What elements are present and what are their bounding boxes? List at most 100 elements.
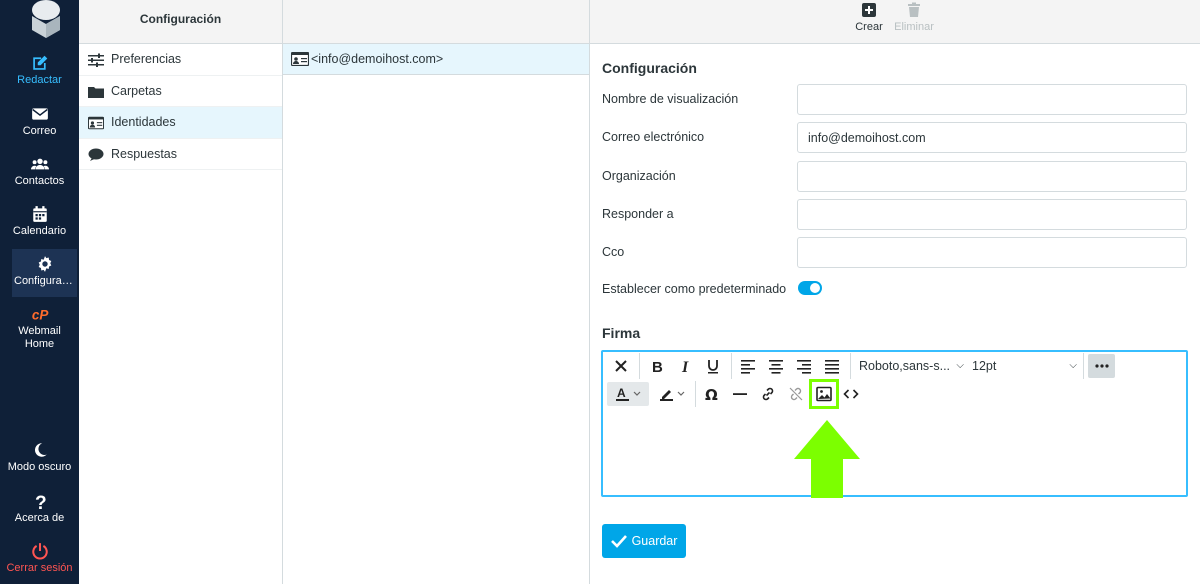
svg-text:I: I <box>681 359 689 374</box>
code-icon <box>843 389 859 399</box>
up-arrow-annotation-icon <box>794 420 860 498</box>
organization-input[interactable] <box>797 161 1187 192</box>
align-left-button[interactable] <box>736 354 760 378</box>
nav-logout[interactable]: Cerrar sesión <box>0 536 79 584</box>
bcc-input[interactable] <box>797 237 1187 268</box>
id-card-icon <box>88 116 104 130</box>
nav-settings[interactable]: Configuración <box>12 249 77 297</box>
nav-calendar-label: Calendario <box>12 225 67 237</box>
font-size-value: 12pt <box>972 359 997 373</box>
insert-link-button[interactable] <box>756 382 780 406</box>
nav-compose[interactable]: Redactar <box>0 48 79 96</box>
identity-row[interactable]: <info@demoihost.com> <box>283 44 589 75</box>
align-justify-icon <box>825 360 839 374</box>
toolbar-separator <box>695 381 696 407</box>
settings-item-label: Respuestas <box>111 146 178 161</box>
display-name-row: Nombre de visualización <box>602 84 1188 116</box>
signature-title: Firma <box>602 325 641 341</box>
reply-to-label: Responder a <box>602 207 674 221</box>
unlink-icon <box>789 387 803 401</box>
settings-item-label: Carpetas <box>111 83 162 98</box>
display-name-input[interactable] <box>797 84 1187 115</box>
nav-mail[interactable]: Correo <box>0 99 79 147</box>
align-justify-button[interactable] <box>820 354 844 378</box>
nav-contacts-label: Contactos <box>14 175 65 187</box>
clear-format-button[interactable] <box>609 354 633 378</box>
italic-icon: I <box>681 359 689 374</box>
toolbar-separator <box>1083 353 1084 379</box>
italic-button[interactable]: I <box>673 354 697 378</box>
bold-button[interactable]: B <box>645 354 669 378</box>
reply-to-input[interactable] <box>797 199 1187 230</box>
text-color-button[interactable]: A <box>607 382 649 406</box>
save-button-label: Guardar <box>631 534 678 548</box>
horizontal-rule-button[interactable] <box>728 382 752 406</box>
id-card-icon <box>291 52 309 66</box>
chevron-down-icon: ⌵ <box>1069 360 1077 371</box>
insert-image-button[interactable] <box>809 379 839 409</box>
nav-contacts[interactable]: Contactos <box>0 149 79 197</box>
email-label: Correo electrónico <box>602 130 705 144</box>
settings-column: Configuración Preferencias Carpetas Iden… <box>79 0 283 584</box>
omega-icon: Ω <box>705 386 718 402</box>
text-color-icon: A <box>616 386 641 401</box>
delete-button-label: Eliminar <box>894 21 934 33</box>
ellipsis-icon <box>1094 364 1109 368</box>
link-icon <box>762 387 774 401</box>
display-name-label: Nombre de visualización <box>602 92 739 106</box>
source-code-button[interactable] <box>839 382 863 406</box>
signature-editor[interactable]: B I Roboto,sans-s... ⌵ 12pt ⌵ A Ω <box>601 350 1188 497</box>
more-tools-button[interactable] <box>1088 354 1115 378</box>
align-right-button[interactable] <box>792 354 816 378</box>
compose-icon <box>0 52 79 74</box>
organization-label: Organización <box>602 169 676 183</box>
moon-icon <box>0 439 79 461</box>
align-right-icon <box>797 360 811 374</box>
toolbar: Crear Eliminar <box>590 0 1200 44</box>
main-navigation: Redactar Correo Contactos Calendario Con… <box>0 0 79 584</box>
svg-text:Ω: Ω <box>705 386 718 402</box>
settings-item-identities[interactable]: Identidades <box>79 107 282 139</box>
align-left-icon <box>741 360 755 374</box>
calendar-icon <box>0 203 79 225</box>
bcc-label: Cco <box>602 245 625 259</box>
underline-button[interactable] <box>701 354 725 378</box>
bcc-row: Cco <box>602 237 1188 269</box>
special-char-button[interactable]: Ω <box>700 382 724 406</box>
email-input[interactable] <box>797 122 1187 153</box>
nav-logout-label: Cerrar sesión <box>6 562 73 574</box>
reply-to-row: Responder a <box>602 199 1188 231</box>
unlink-button[interactable] <box>784 382 808 406</box>
highlight-color-button[interactable] <box>653 382 691 406</box>
gear-icon <box>12 253 77 275</box>
font-family-value: Roboto,sans-s... <box>859 359 951 373</box>
nav-webmail-home[interactable]: cP Webmail Home <box>0 299 79 350</box>
align-center-icon <box>769 360 783 374</box>
nav-webmail-home-label: Webmail Home <box>18 325 61 350</box>
create-button-label: Crear <box>855 21 883 33</box>
create-button[interactable]: Crear <box>847 2 891 33</box>
nav-dark-mode[interactable]: Modo oscuro <box>0 435 79 483</box>
nav-calendar[interactable]: Calendario <box>0 199 79 247</box>
settings-item-responses[interactable]: Respuestas <box>79 139 282 170</box>
email-row: Correo electrónico <box>602 122 1188 154</box>
svg-text:?: ? <box>34 493 46 510</box>
settings-item-preferences[interactable]: Preferencias <box>79 44 282 76</box>
nav-about[interactable]: ? Acerca de <box>0 486 79 534</box>
delete-button[interactable]: Eliminar <box>892 2 936 33</box>
default-toggle[interactable] <box>798 281 822 295</box>
nav-dark-mode-label: Modo oscuro <box>7 461 72 473</box>
speech-bubble-icon <box>88 148 104 161</box>
nav-mail-label: Correo <box>22 125 57 137</box>
power-icon <box>0 540 79 562</box>
font-size-select[interactable]: 12pt ⌵ <box>972 354 1077 378</box>
settings-item-folders[interactable]: Carpetas <box>79 76 282 107</box>
save-button[interactable]: Guardar <box>602 524 686 558</box>
align-center-button[interactable] <box>764 354 788 378</box>
close-icon <box>615 360 627 372</box>
section-title: Configuración <box>602 60 697 76</box>
default-row: Establecer como predeterminado <box>602 278 1188 300</box>
font-family-select[interactable]: Roboto,sans-s... ⌵ <box>859 354 964 378</box>
folder-icon <box>88 86 104 98</box>
roundcube-logo[interactable] <box>24 0 68 40</box>
